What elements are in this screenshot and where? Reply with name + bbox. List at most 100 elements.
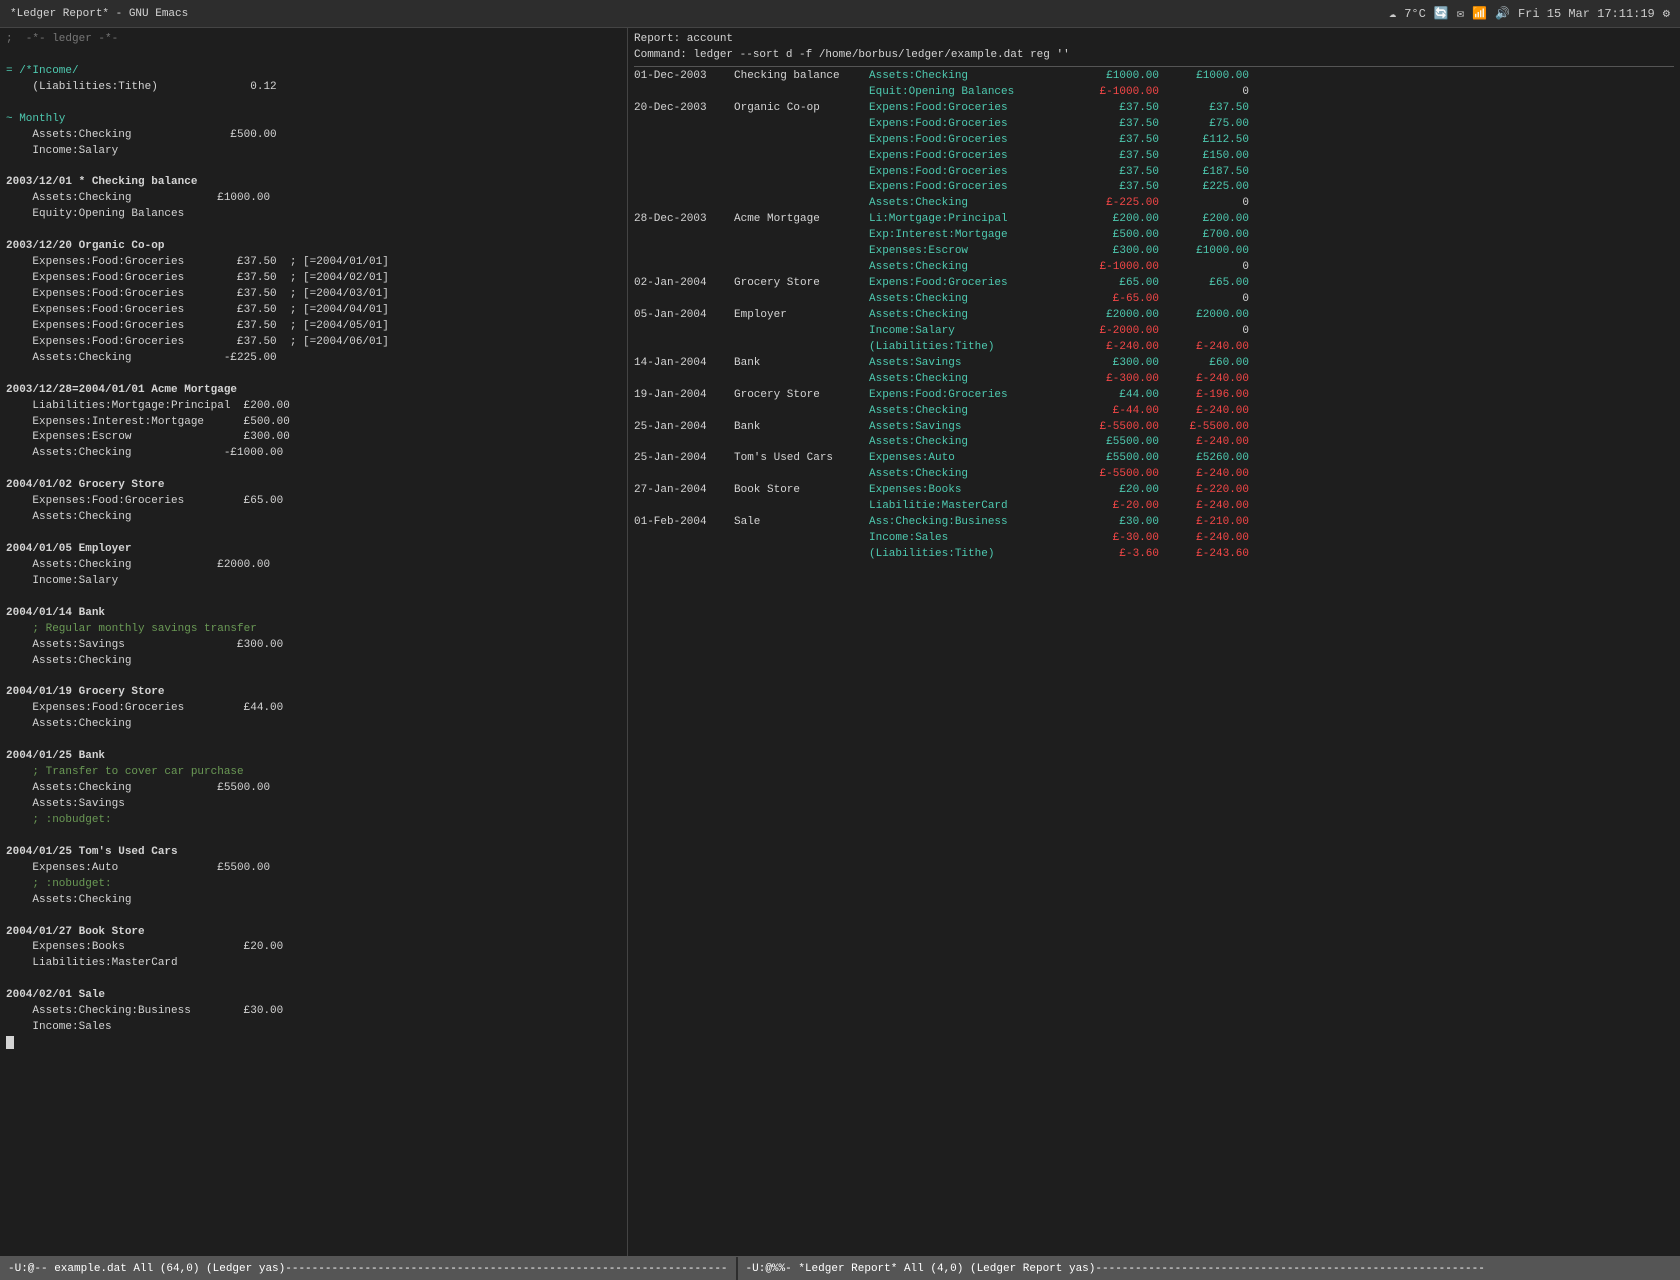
report-desc: Bank xyxy=(734,356,869,372)
report-balance: 0 xyxy=(1159,85,1249,101)
report-amount: £300.00 xyxy=(1069,244,1159,260)
left-line: Assets:Checking £500.00 xyxy=(6,128,621,144)
left-line: Assets:Checking:Business £30.00 xyxy=(6,1004,621,1020)
left-line: Assets:Checking £2000.00 xyxy=(6,558,621,574)
report-amount: £-1000.00 xyxy=(1069,260,1159,276)
report-balance: £-196.00 xyxy=(1159,388,1249,404)
left-line: Assets:Checking -£1000.00 xyxy=(6,446,621,462)
report-row: (Liabilities:Tithe)£-240.00£-240.00 xyxy=(634,340,1674,356)
report-amount: £-5500.00 xyxy=(1069,420,1159,436)
report-date xyxy=(634,180,734,196)
left-line: Expenses:Food:Groceries £37.50 ; [=2004/… xyxy=(6,303,621,319)
report-desc xyxy=(734,133,869,149)
report-amount: £30.00 xyxy=(1069,515,1159,531)
report-date: 05-Jan-2004 xyxy=(634,308,734,324)
report-date xyxy=(634,117,734,133)
report-balance: 0 xyxy=(1159,292,1249,308)
left-line: 2004/01/25 Tom's Used Cars xyxy=(6,845,621,861)
report-date xyxy=(634,499,734,515)
report-balance: £-240.00 xyxy=(1159,404,1249,420)
right-content: 01-Dec-2003Checking balanceAssets:Checki… xyxy=(634,69,1674,563)
report-account: Ass:Checking:Business xyxy=(869,515,1069,531)
left-line: ~ Monthly xyxy=(6,112,621,128)
left-line xyxy=(6,367,621,383)
report-date xyxy=(634,531,734,547)
title-bar-left: *Ledger Report* - GNU Emacs xyxy=(10,8,188,20)
report-date xyxy=(634,228,734,244)
report-amount: £1000.00 xyxy=(1069,69,1159,85)
report-account: Expens:Food:Groceries xyxy=(869,133,1069,149)
report-balance: £700.00 xyxy=(1159,228,1249,244)
report-account: Expenses:Escrow xyxy=(869,244,1069,260)
left-line: Assets:Checking -£225.00 xyxy=(6,351,621,367)
report-amount: £2000.00 xyxy=(1069,308,1159,324)
report-balance: £225.00 xyxy=(1159,180,1249,196)
left-line: ; Transfer to cover car purchase xyxy=(6,765,621,781)
report-row: Assets:Checking£-1000.000 xyxy=(634,260,1674,276)
status-right: -U:@%%- *Ledger Report* All (4,0) (Ledge… xyxy=(738,1257,1680,1280)
mail-icon[interactable]: ✉ xyxy=(1457,6,1464,21)
network-icon: 📶 xyxy=(1472,6,1487,21)
left-line: Expenses:Food:Groceries £37.50 ; [=2004/… xyxy=(6,271,621,287)
report-account: Expens:Food:Groceries xyxy=(869,388,1069,404)
main-area: ; -*- ledger -*- = /*Income/ (Liabilitie… xyxy=(0,28,1680,1256)
report-amount: £-225.00 xyxy=(1069,196,1159,212)
report-amount: £-300.00 xyxy=(1069,372,1159,388)
report-row: Equit:Opening Balances£-1000.000 xyxy=(634,85,1674,101)
left-line xyxy=(6,223,621,239)
report-date xyxy=(634,372,734,388)
left-line: ; :nobudget: xyxy=(6,813,621,829)
refresh-icon[interactable]: 🔄 xyxy=(1434,6,1449,21)
report-date: 25-Jan-2004 xyxy=(634,451,734,467)
report-row: Expens:Food:Groceries£37.50£225.00 xyxy=(634,180,1674,196)
report-amount: £-240.00 xyxy=(1069,340,1159,356)
report-amount: £-65.00 xyxy=(1069,292,1159,308)
report-balance: £2000.00 xyxy=(1159,308,1249,324)
report-balance: £187.50 xyxy=(1159,165,1249,181)
report-account: Expens:Food:Groceries xyxy=(869,117,1069,133)
report-desc xyxy=(734,196,869,212)
left-line: 2004/02/01 Sale xyxy=(6,988,621,1004)
left-line xyxy=(6,829,621,845)
left-line: 2004/01/19 Grocery Store xyxy=(6,685,621,701)
report-desc xyxy=(734,435,869,451)
left-line: Equity:Opening Balances xyxy=(6,207,621,223)
right-pane[interactable]: Report: account Command: ledger --sort d… xyxy=(628,28,1680,1256)
left-line: Expenses:Food:Groceries £44.00 xyxy=(6,701,621,717)
report-account: Li:Mortgage:Principal xyxy=(869,212,1069,228)
report-account: Income:Salary xyxy=(869,324,1069,340)
report-amount: £37.50 xyxy=(1069,101,1159,117)
left-line xyxy=(6,590,621,606)
report-account: Exp:Interest:Mortgage xyxy=(869,228,1069,244)
report-row: Expens:Food:Groceries£37.50£112.50 xyxy=(634,133,1674,149)
volume-icon[interactable]: 🔊 xyxy=(1495,6,1510,21)
report-desc: Employer xyxy=(734,308,869,324)
report-account: Assets:Savings xyxy=(869,356,1069,372)
left-line: Assets:Savings xyxy=(6,797,621,813)
report-date xyxy=(634,467,734,483)
left-line: Income:Salary xyxy=(6,574,621,590)
report-amount: £-30.00 xyxy=(1069,531,1159,547)
left-line: Expenses:Auto £5500.00 xyxy=(6,861,621,877)
report-desc xyxy=(734,324,869,340)
left-pane[interactable]: ; -*- ledger -*- = /*Income/ (Liabilitie… xyxy=(0,28,628,1256)
report-desc xyxy=(734,372,869,388)
report-amount: £-5500.00 xyxy=(1069,467,1159,483)
report-amount: £300.00 xyxy=(1069,356,1159,372)
left-line: ; :nobudget: xyxy=(6,877,621,893)
report-row: Liabilitie:MasterCard£-20.00£-240.00 xyxy=(634,499,1674,515)
report-balance: £-240.00 xyxy=(1159,340,1249,356)
report-desc xyxy=(734,117,869,133)
report-balance: £-240.00 xyxy=(1159,435,1249,451)
title-bar: *Ledger Report* - GNU Emacs ☁ 7°C 🔄 ✉ 📶 … xyxy=(0,0,1680,28)
report-date xyxy=(634,196,734,212)
left-line: Assets:Checking xyxy=(6,510,621,526)
settings-icon[interactable]: ⚙ xyxy=(1663,6,1670,21)
report-amount: £-2000.00 xyxy=(1069,324,1159,340)
report-account: Expenses:Books xyxy=(869,483,1069,499)
report-desc xyxy=(734,165,869,181)
report-desc xyxy=(734,228,869,244)
report-date xyxy=(634,260,734,276)
left-line xyxy=(6,526,621,542)
report-date: 27-Jan-2004 xyxy=(634,483,734,499)
